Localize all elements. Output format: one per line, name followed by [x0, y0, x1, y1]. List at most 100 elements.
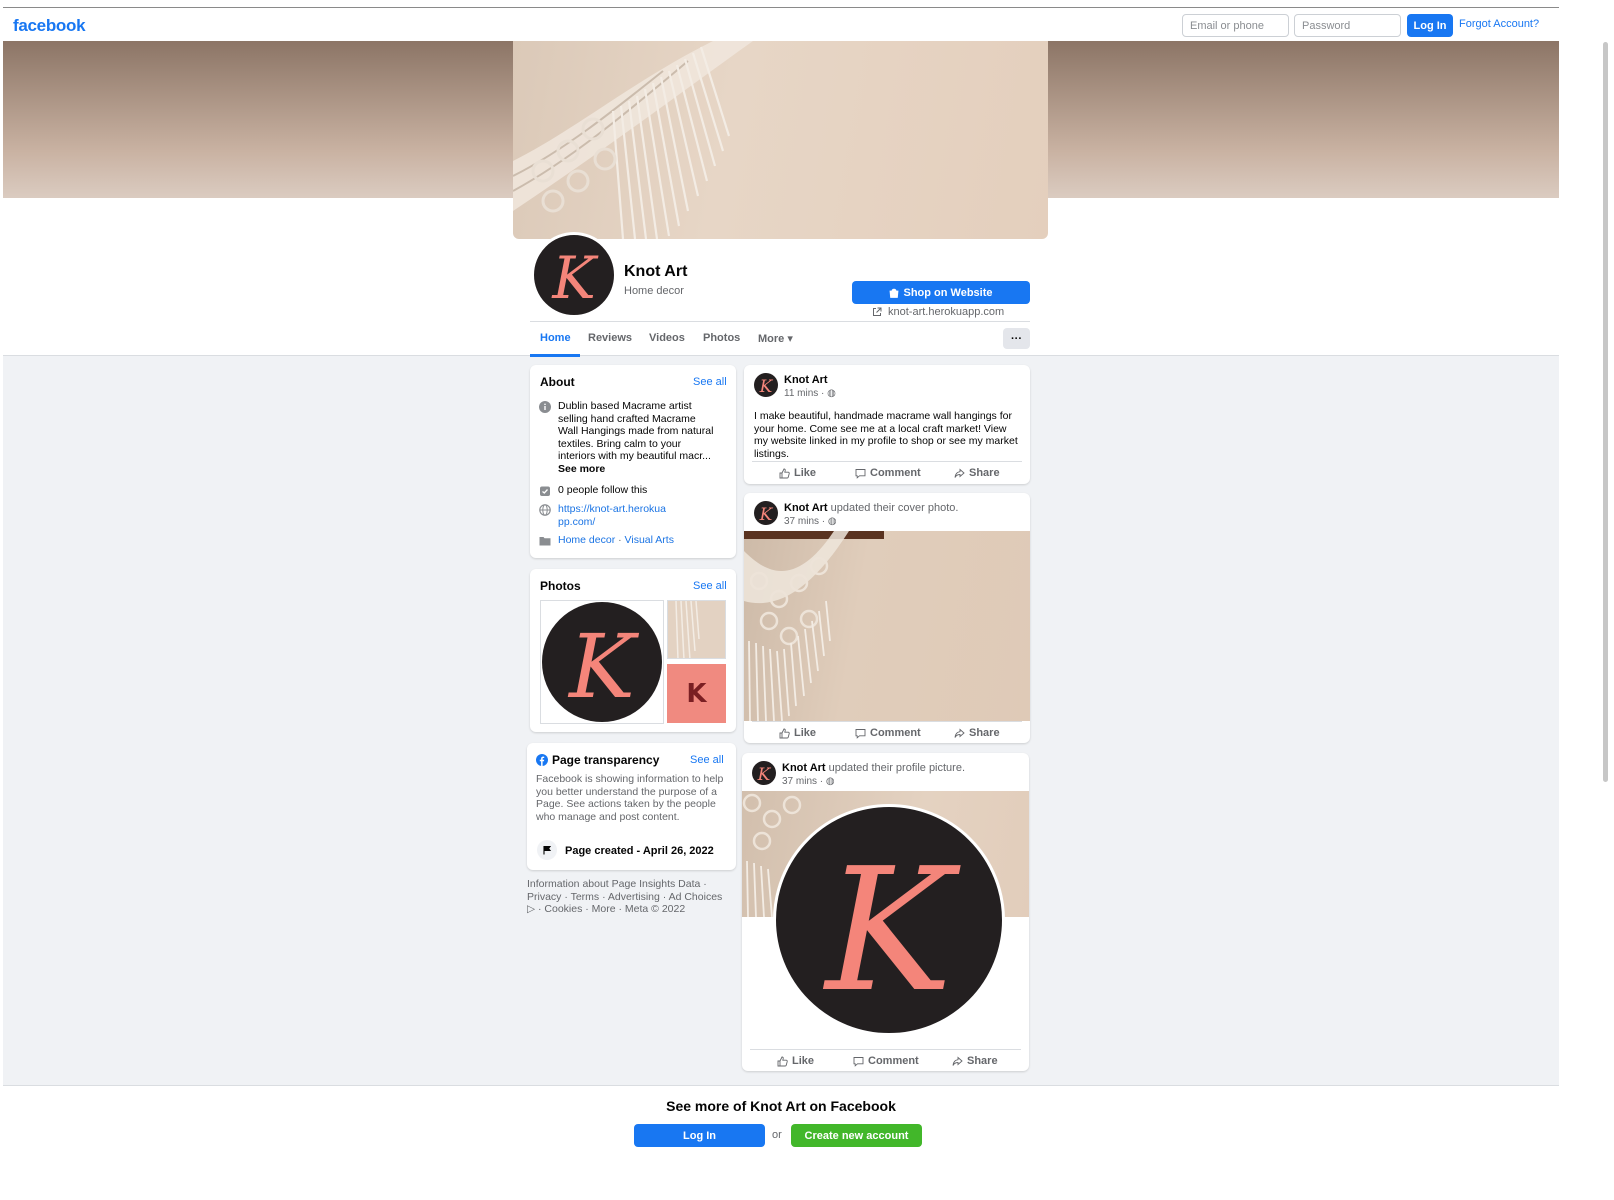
scrollbar[interactable]: [1603, 42, 1608, 782]
logo-letter: K: [567, 615, 639, 718]
post-author[interactable]: Knot Art: [784, 374, 828, 386]
comment-button[interactable]: Comment: [853, 1055, 919, 1067]
photo-thumbnail-logo[interactable]: K: [540, 600, 664, 724]
followers-row: 0 people follow this: [539, 484, 647, 497]
about-description-row: Dublin based Macrame artist selling hand…: [539, 400, 729, 476]
thumbs-up-icon: [779, 728, 790, 738]
create-account-button[interactable]: Create new account: [791, 1124, 922, 1147]
comment-label: Comment: [868, 1055, 919, 1067]
share-icon: [952, 1056, 963, 1066]
shop-button-label: Shop on Website: [903, 286, 993, 299]
like-button[interactable]: Like: [779, 467, 816, 479]
knot-art-logo: K: [759, 377, 774, 397]
thumbs-up-icon: [779, 468, 790, 478]
folder-icon: [539, 537, 551, 546]
share-button[interactable]: Share: [952, 1055, 998, 1067]
comment-icon: [855, 728, 866, 739]
post-actions: Like Comment Share: [752, 721, 1022, 743]
or-label: or: [772, 1129, 782, 1141]
bottom-login-button[interactable]: Log In: [634, 1124, 765, 1147]
share-button[interactable]: Share: [954, 467, 1000, 479]
photos-see-all-link[interactable]: See all: [693, 580, 727, 592]
page-transparency-card: Page transparency See all Facebook is sh…: [527, 743, 736, 870]
logo-letter: K: [822, 832, 961, 1030]
page-category[interactable]: Home decor: [624, 285, 684, 297]
footer-links[interactable]: Information about Page Insights Data · P…: [527, 878, 732, 916]
more-options-button[interactable]: ···: [1003, 328, 1030, 349]
tab-more[interactable]: More ▾: [758, 332, 793, 345]
post-text: I make beautiful, handmade macrame wall …: [754, 410, 1018, 460]
share-button[interactable]: Share: [954, 727, 1000, 739]
thumbs-up-icon: [777, 1056, 788, 1066]
post-timestamp[interactable]: 37 mins · ◍: [784, 516, 837, 527]
about-card: About See all Dublin based Macrame artis…: [530, 365, 736, 558]
info-icon: [539, 401, 551, 413]
followers-icon: [540, 486, 550, 496]
post-action: updated their profile picture.: [825, 762, 966, 774]
photo-thumbnail-k[interactable]: K: [667, 664, 726, 723]
shop-on-website-button[interactable]: Shop on Website: [852, 281, 1030, 304]
transparency-title: Page transparency: [552, 753, 660, 767]
logo-letter: K: [759, 505, 774, 525]
categories-row: Home decor · Visual Arts: [539, 534, 674, 547]
knot-art-logo: K: [542, 602, 662, 722]
cover-photo[interactable]: [513, 41, 1048, 239]
about-title: About: [540, 375, 575, 389]
post-action: updated their cover photo.: [827, 502, 959, 514]
about-website-link[interactable]: https://knot-art.herokuapp.com/: [558, 503, 668, 528]
post-cover-photo[interactable]: [744, 531, 1030, 721]
post-timestamp[interactable]: 37 mins · ◍: [782, 776, 835, 787]
like-button[interactable]: Like: [777, 1055, 814, 1067]
post-card: K Knot Art updated their cover photo. 37…: [744, 493, 1030, 743]
post-author[interactable]: Knot Art updated their cover photo.: [784, 502, 958, 514]
post-card: K Knot Art 11 mins · ◍ I make beautiful,…: [744, 365, 1030, 484]
category-separator: ·: [615, 534, 625, 546]
facebook-logo[interactable]: facebook: [13, 16, 86, 36]
tab-reviews[interactable]: Reviews: [588, 332, 632, 344]
k-letter: K: [686, 678, 707, 709]
author-name[interactable]: Knot Art: [782, 762, 826, 774]
like-button[interactable]: Like: [779, 727, 816, 739]
about-see-all-link[interactable]: See all: [693, 376, 727, 388]
logo-letter: K: [759, 377, 774, 397]
comment-button[interactable]: Comment: [855, 467, 921, 479]
top-nav: facebook Log In Forgot Account?: [3, 8, 1559, 41]
knot-art-logo: K: [551, 244, 599, 312]
email-field[interactable]: [1182, 14, 1289, 37]
transparency-description: Facebook is showing information to help …: [536, 773, 724, 823]
category-visual-arts-link[interactable]: Visual Arts: [625, 534, 674, 546]
forgot-account-link[interactable]: Forgot Account?: [1459, 18, 1539, 30]
post-profile-picture[interactable]: K: [773, 804, 1005, 1036]
author-name[interactable]: Knot Art: [784, 374, 828, 386]
share-icon: [954, 468, 965, 478]
tab-photos[interactable]: Photos: [703, 332, 740, 344]
post-timestamp[interactable]: 11 mins · ◍: [784, 388, 836, 399]
comment-label: Comment: [870, 467, 921, 479]
website-label: knot-art.herokuapp.com: [888, 306, 1005, 318]
transparency-see-all-link[interactable]: See all: [690, 754, 724, 766]
password-field[interactable]: [1294, 14, 1401, 37]
author-name[interactable]: Knot Art: [784, 502, 828, 514]
comment-button[interactable]: Comment: [855, 727, 921, 739]
page-avatar[interactable]: K: [531, 232, 617, 318]
category-home-decor-link[interactable]: Home decor: [558, 534, 615, 546]
page-created-date: Page created - April 26, 2022: [565, 845, 714, 857]
post-author[interactable]: Knot Art updated their profile picture.: [782, 762, 965, 774]
website-link[interactable]: knot-art.herokuapp.com: [872, 306, 1004, 318]
comment-label: Comment: [870, 727, 921, 739]
post-avatar[interactable]: K: [752, 761, 776, 785]
photo-thumbnail-cover[interactable]: [667, 600, 726, 659]
page-frame: facebook Log In Forgot Account?: [3, 7, 1559, 1200]
like-label: Like: [794, 467, 817, 479]
see-more-link[interactable]: See more: [558, 463, 605, 475]
page-title: Knot Art: [624, 263, 688, 280]
flag-icon: [537, 840, 557, 860]
comment-icon: [855, 468, 866, 479]
login-button[interactable]: Log In: [1407, 14, 1453, 37]
globe-icon: [539, 504, 551, 516]
post-avatar[interactable]: K: [754, 373, 778, 397]
post-avatar[interactable]: K: [754, 501, 778, 525]
transparency-header: Page transparency: [536, 753, 659, 767]
tab-videos[interactable]: Videos: [649, 332, 685, 344]
tab-home[interactable]: Home: [540, 332, 571, 344]
